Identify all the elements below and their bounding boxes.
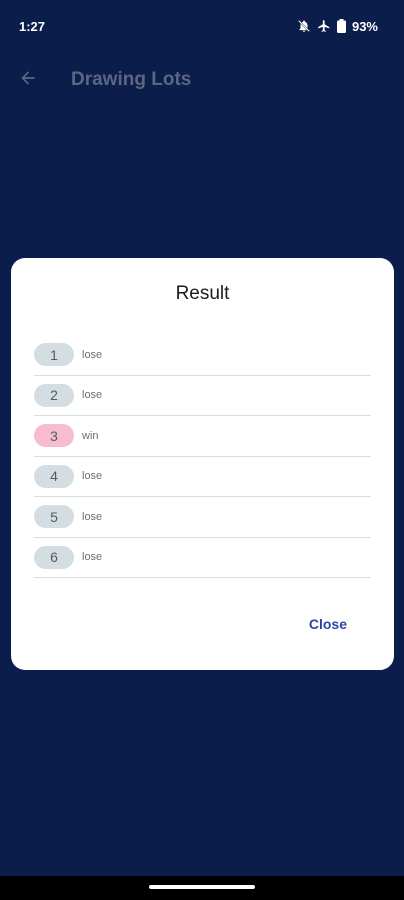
- number-chip: 4: [34, 464, 74, 488]
- result-outcome: lose: [82, 389, 103, 402]
- arrow-back-icon: [18, 68, 38, 93]
- page-title: Drawing Lots: [71, 69, 192, 90]
- close-button[interactable]: Close: [309, 616, 347, 632]
- airplane-mode-icon: [317, 19, 331, 33]
- battery-percent: 93%: [351, 18, 378, 34]
- screen: 1:27 93% Drawing Lots Result 1 lose 2 lo…: [0, 0, 404, 900]
- back-button[interactable]: [0, 52, 56, 108]
- status-icons: 93%: [297, 19, 378, 34]
- number-chip: 2: [34, 383, 74, 407]
- result-outcome: lose: [82, 510, 103, 523]
- battery-icon: [336, 19, 346, 33]
- result-outcome: lose: [82, 551, 103, 564]
- result-outcome: lose: [82, 470, 103, 483]
- list-item: 4 lose: [34, 457, 371, 497]
- number-chip: 5: [34, 505, 74, 529]
- number-chip: 6: [34, 545, 74, 569]
- dialog-title: Result: [175, 283, 230, 304]
- list-item: 1 lose: [34, 335, 371, 376]
- status-time: 1:27: [19, 18, 46, 34]
- number-chip: 1: [34, 343, 74, 367]
- result-outcome: win: [82, 429, 99, 442]
- app-bar: Drawing Lots: [0, 52, 404, 108]
- result-dialog: Result 1 lose 2 lose 3 win 4 lose 5 lose: [11, 258, 394, 670]
- result-outcome: lose: [82, 348, 103, 361]
- status-bar: 1:27 93%: [0, 0, 404, 52]
- home-gesture-handle[interactable]: [149, 885, 255, 889]
- list-item: 6 lose: [34, 538, 371, 578]
- list-item: 5 lose: [34, 497, 371, 538]
- notifications-off-icon: [297, 19, 311, 33]
- number-chip: 3: [34, 424, 74, 448]
- list-item: 3 win: [34, 416, 371, 457]
- navigation-bar: [0, 876, 404, 900]
- list-item: 2 lose: [34, 376, 371, 416]
- result-list: 1 lose 2 lose 3 win 4 lose 5 lose 6 lose: [34, 335, 371, 578]
